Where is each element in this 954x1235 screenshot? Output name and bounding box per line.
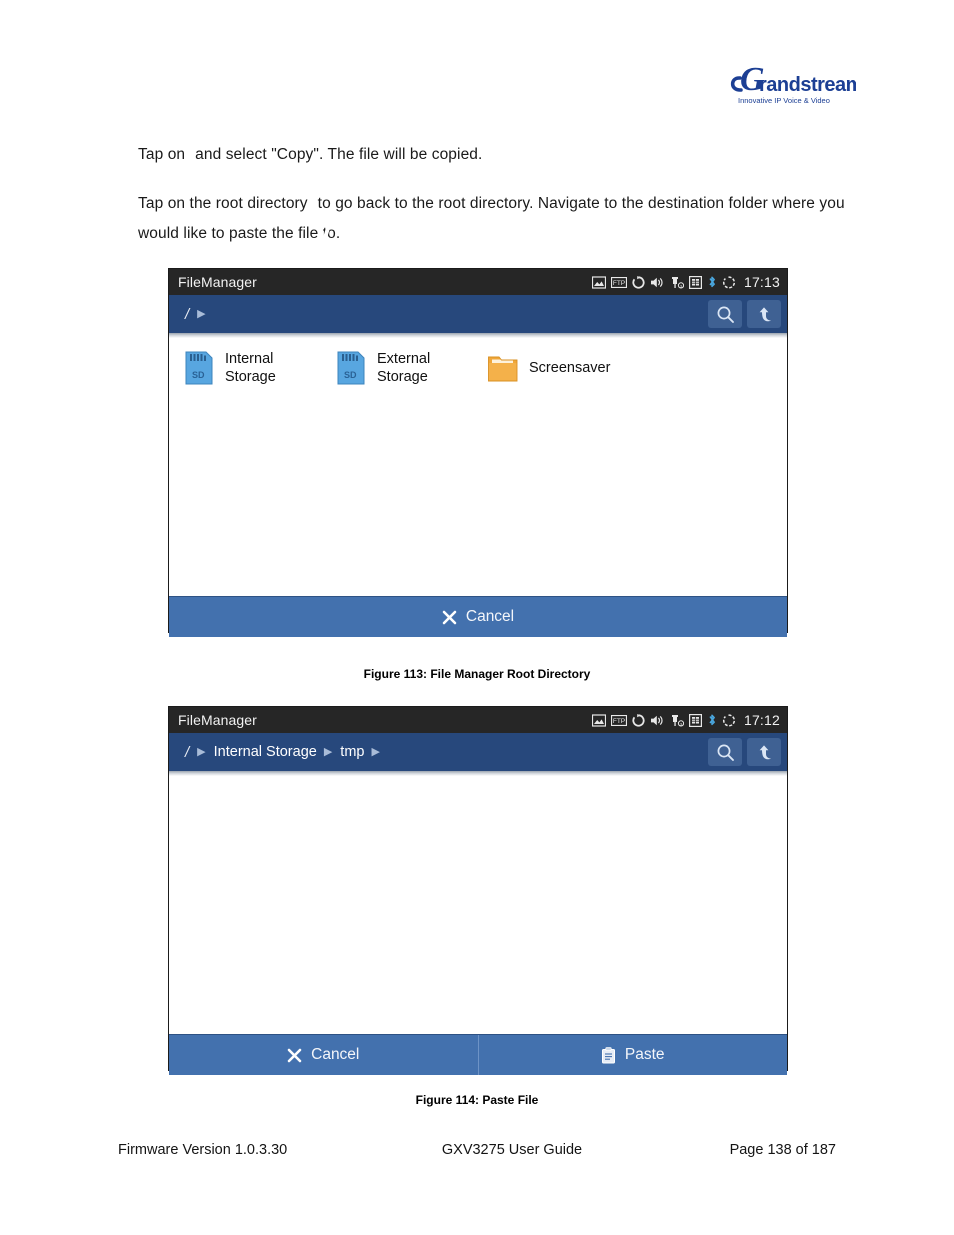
cancel-button[interactable]: Cancel	[169, 597, 787, 637]
figure-114-caption: Figure 114: Paste File	[415, 1093, 539, 1107]
breadcrumb: / ▶	[185, 306, 708, 323]
sync-icon	[632, 713, 645, 727]
paragraph-1-text-end: and select "Copy". The file will be copi…	[195, 146, 483, 163]
app-title: FileManager	[178, 274, 257, 290]
figure-113-caption: Figure 113: File Manager Root Directory	[363, 667, 591, 681]
breadcrumb-root[interactable]: /	[185, 744, 193, 761]
list-item[interactable]: Screensaver	[487, 351, 610, 385]
list-item-label: External Storage	[377, 351, 431, 385]
search-button[interactable]	[708, 300, 742, 328]
status-icon-group: FTP 3 17:13	[591, 274, 780, 290]
sd-card-icon: SD	[185, 351, 213, 385]
svg-text:randstream: randstream	[759, 74, 856, 96]
folder-icon	[488, 356, 518, 382]
close-icon	[442, 610, 457, 624]
charging-icon: 3	[671, 714, 684, 726]
svg-text:FTP: FTP	[613, 718, 625, 725]
paste-button[interactable]: Paste	[477, 1035, 788, 1075]
file-manager-root-screenshot: FileManager FTP 3 17:13 / ▶ SD Internal …	[168, 268, 788, 637]
instruction-paragraph-1: Tap on and select "Copy". The file will b…	[138, 140, 838, 170]
paste-button-label: Paste	[624, 1046, 665, 1063]
svg-text:FTP: FTP	[613, 280, 625, 287]
close-icon	[287, 1048, 302, 1062]
sd-card-icon: SD	[337, 351, 365, 385]
file-list-area	[169, 776, 787, 1034]
file-list-area: SD Internal Storage SD External Storage	[169, 338, 787, 596]
list-item-label: Screensaver	[529, 360, 611, 376]
list-item[interactable]: SD Internal Storage	[183, 350, 335, 386]
sim-card-icon	[688, 275, 702, 289]
paragraph-1-text-start: Tap on	[138, 146, 186, 163]
status-bar: FileManager FTP 3 17:13	[169, 269, 787, 295]
status-clock: 17:12	[743, 712, 780, 728]
footer-guide-title: GXV3275 User Guide	[441, 1142, 583, 1158]
rotate-icon	[722, 713, 735, 727]
search-button[interactable]	[708, 738, 742, 766]
status-icon-group: FTP 3 17:12	[591, 712, 780, 728]
action-bar: Cancel Paste	[169, 1034, 787, 1075]
footer-firmware-version: Firmware Version 1.0.3.30	[118, 1142, 288, 1158]
up-directory-button[interactable]	[747, 738, 781, 766]
paste-file-screenshot: FileManager FTP 3 17:12 / ▶ Internal Sto…	[168, 706, 788, 1075]
list-item[interactable]: SD External Storage	[335, 350, 487, 386]
page-footer: Firmware Version 1.0.3.30 GXV3275 User G…	[118, 1142, 836, 1158]
sim-card-icon	[688, 713, 702, 727]
search-icon	[717, 744, 734, 761]
ftp-icon: FTP	[610, 714, 627, 726]
footer-page-number: Page 138 of 187	[729, 1142, 836, 1158]
bluetooth-icon	[709, 276, 715, 288]
search-icon	[717, 306, 734, 323]
volume-icon	[650, 277, 663, 287]
grandstream-logo: G randstream Innovative IP Voice & Video	[726, 57, 856, 113]
breadcrumb-bar: / ▶ Internal Storage ▶ tmp ▶	[169, 733, 787, 771]
bluetooth-icon	[709, 714, 715, 726]
breadcrumb: / ▶ Internal Storage ▶ tmp ▶	[185, 744, 708, 761]
image-icon	[591, 713, 606, 727]
svg-text:SD: SD	[192, 370, 205, 380]
svg-text:SD: SD	[344, 370, 357, 380]
breadcrumb-buttons	[708, 300, 781, 328]
sync-icon	[632, 275, 645, 289]
up-directory-button[interactable]	[747, 300, 781, 328]
breadcrumb-bar: / ▶	[169, 295, 787, 333]
breadcrumb-buttons	[708, 738, 781, 766]
status-bar: FileManager FTP 3 17:12	[169, 707, 787, 733]
up-directory-icon	[759, 744, 771, 759]
cancel-button[interactable]: Cancel	[169, 1035, 478, 1075]
list-item-label: Internal Storage	[225, 351, 276, 385]
ftp-icon: FTP	[610, 276, 627, 288]
breadcrumb-root[interactable]: /	[185, 306, 193, 323]
file-row: SD Internal Storage SD External Storage	[169, 338, 787, 386]
grandstream-logo-svg: G randstream Innovative IP Voice & Video	[730, 61, 856, 105]
instruction-paragraph-2: Tap on the root directory to go back to t…	[138, 189, 850, 249]
svg-text:Innovative IP Voice & Video: Innovative IP Voice & Video	[738, 96, 830, 105]
breadcrumb-arrow-icon: ▶	[371, 745, 380, 758]
up-directory-icon	[759, 306, 771, 321]
cancel-button-label: Cancel	[465, 608, 515, 625]
action-bar: Cancel	[169, 596, 787, 637]
breadcrumb-item-internal-storage[interactable]: Internal Storage	[211, 744, 320, 760]
breadcrumb-arrow-icon: ▶	[197, 307, 206, 320]
volume-icon	[650, 715, 663, 725]
image-icon	[591, 275, 606, 289]
breadcrumb-item-tmp[interactable]: tmp	[337, 744, 367, 760]
cancel-button-label: Cancel	[311, 1046, 360, 1063]
status-clock: 17:13	[743, 274, 780, 290]
breadcrumb-arrow-icon: ▶	[197, 745, 206, 758]
charging-icon: 3	[671, 276, 684, 288]
rotate-icon	[722, 275, 735, 289]
clipboard-icon	[601, 1046, 615, 1063]
app-title: FileManager	[178, 712, 257, 728]
breadcrumb-arrow-icon: ▶	[323, 745, 333, 758]
paragraph-2-text-start: Tap on the root directory	[138, 195, 308, 212]
